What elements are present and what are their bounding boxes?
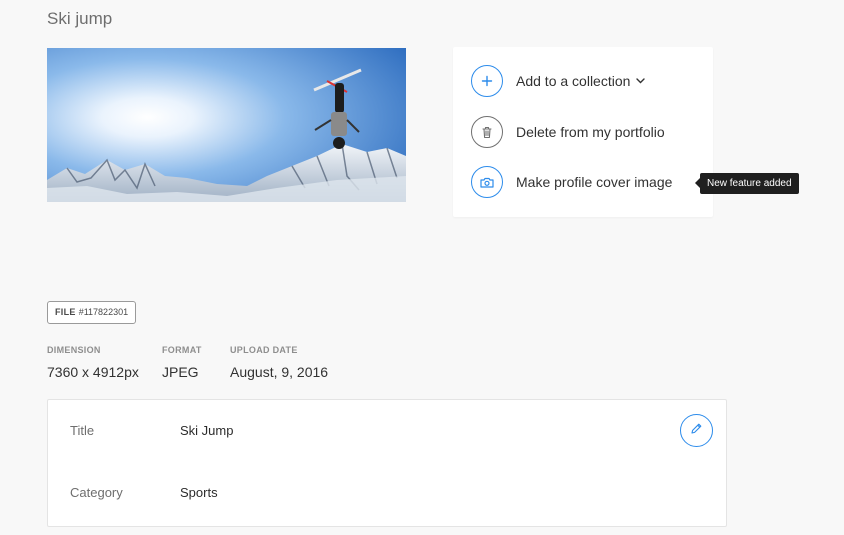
title-value: Ski Jump xyxy=(180,423,234,438)
actions-panel: Add to a collection Delete from my portf… xyxy=(453,47,713,217)
category-key: Category xyxy=(70,485,123,500)
dimension-label: DIMENSION xyxy=(47,345,101,355)
camera-icon xyxy=(471,166,503,198)
make-cover-image-label: Make profile cover image xyxy=(516,174,673,190)
skier-photo xyxy=(47,48,406,202)
file-id-badge: FILE #117822301 xyxy=(47,301,137,324)
plus-icon xyxy=(471,65,503,97)
file-id: #117822301 xyxy=(78,307,129,317)
make-cover-image-button[interactable]: Make profile cover image xyxy=(471,166,672,198)
title-key: Title xyxy=(70,423,95,438)
trash-icon xyxy=(471,116,503,148)
title-row: Title Ski Jump xyxy=(70,423,233,438)
file-key: FILE xyxy=(55,307,76,317)
delete-from-portfolio-label: Delete from my portfolio xyxy=(516,124,665,140)
add-to-collection-button[interactable]: Add to a collection xyxy=(471,65,646,97)
edit-button[interactable] xyxy=(680,414,713,447)
upload-date-label: UPLOAD DATE xyxy=(230,345,298,355)
details-card: Title Ski Jump Category Sports xyxy=(47,399,727,527)
dimension-meta: DIMENSION 7360 x 4912px xyxy=(47,345,139,380)
pencil-icon xyxy=(690,422,703,440)
format-meta: FORMAT JPEG xyxy=(162,345,202,380)
dimension-value: 7360 x 4912px xyxy=(47,364,139,380)
format-value: JPEG xyxy=(162,364,199,380)
add-to-collection-label: Add to a collection xyxy=(516,73,631,89)
new-feature-tooltip: New feature added xyxy=(695,173,799,194)
delete-from-portfolio-button[interactable]: Delete from my portfolio xyxy=(471,116,665,148)
category-row: Category Sports xyxy=(70,485,218,500)
category-value: Sports xyxy=(180,485,218,500)
format-label: FORMAT xyxy=(162,345,202,355)
chevron-down-icon[interactable] xyxy=(636,78,646,84)
page-title: Ski jump xyxy=(47,9,113,28)
upload-date-value: August, 9, 2016 xyxy=(230,364,329,380)
upload-date-meta: UPLOAD DATE August, 9, 2016 xyxy=(230,345,328,380)
